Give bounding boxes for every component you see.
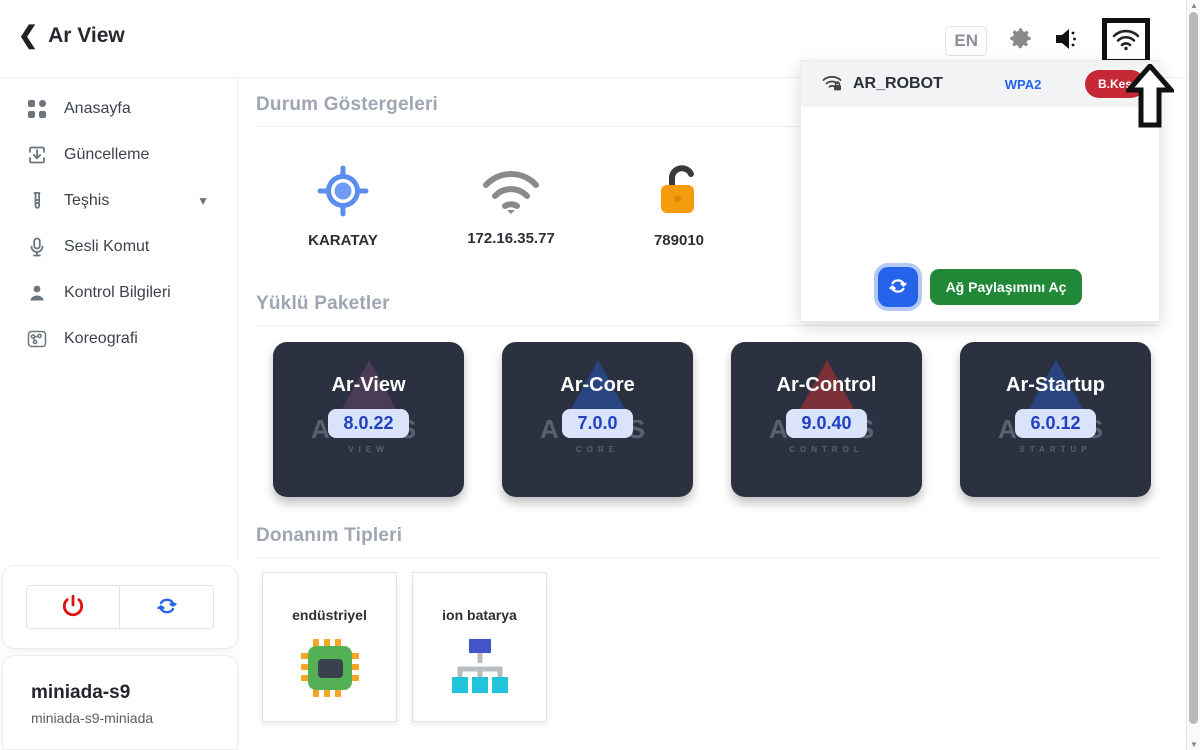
person-icon [26, 282, 48, 304]
hardware-cards: endüstriyel ion batarya [262, 572, 1160, 722]
divider [256, 557, 1160, 558]
microphone-icon [26, 236, 48, 258]
indicator-value: KARATAY [308, 232, 378, 249]
package-name: Ar-Startup [1006, 374, 1105, 396]
package-version-badge: 8.0.22 [328, 409, 409, 438]
package-version-badge: 7.0.0 [562, 409, 633, 438]
sidebar-item-guncelleme[interactable]: Güncelleme [0, 132, 237, 178]
package-name: Ar-View [331, 374, 406, 396]
sidebar-item-koreografi[interactable]: Koreografi [0, 316, 237, 362]
indicator-code: 789010 [634, 165, 724, 249]
network-ssid: AR_ROBOT [853, 75, 943, 92]
divider [256, 325, 1160, 326]
sidebar-item-teshis[interactable]: Teşhis ▼ [0, 178, 237, 224]
package-name: Ar-Control [776, 374, 877, 396]
chevron-down-icon[interactable]: ▼ [197, 194, 209, 208]
scrollbar[interactable]: ▲ ▼ [1186, 0, 1200, 750]
hardware-label: ion batarya [442, 607, 517, 623]
power-icon [60, 593, 86, 622]
restart-icon [155, 594, 179, 621]
wifi-signal-icon [478, 165, 544, 220]
indicator-value: 789010 [653, 232, 705, 249]
sidebar: Anasayfa Güncelleme Teşhis ▼ Sesli Komut… [0, 78, 238, 560]
package-version-badge: 6.0.12 [1015, 409, 1096, 438]
battery-network-icon [450, 637, 510, 700]
network-security: WPA2 [1004, 76, 1042, 92]
flowchart-icon [26, 328, 48, 350]
package-card-ar-core[interactable]: AROS CORE Ar-Core 7.0.0 [502, 342, 693, 497]
package-card-ar-control[interactable]: AROS CONTROL Ar-Control 9.0.40 [731, 342, 922, 497]
scroll-up-icon[interactable]: ▲ [1187, 1, 1200, 10]
refresh-icon [887, 275, 909, 300]
hardware-label: endüstriyel [292, 607, 367, 623]
hardware-section-title: Donanım Tipleri [256, 525, 403, 546]
device-name: miniada-s9 [31, 682, 131, 703]
chip-icon [299, 637, 361, 704]
test-tube-icon [26, 190, 48, 212]
grid-icon [26, 98, 48, 120]
wifi-lock-icon [821, 73, 843, 96]
power-panel [2, 565, 238, 649]
sidebar-item-kontrol-bilgileri[interactable]: Kontrol Bilgileri [0, 270, 237, 316]
wifi-icon [1111, 27, 1141, 56]
package-version-badge: 9.0.40 [786, 409, 867, 438]
wifi-popup: AR_ROBOT WPA2 B.Kes Ağ Paylaşımını Aç [800, 60, 1160, 322]
network-share-button[interactable]: Ağ Paylaşımını Aç [929, 269, 1083, 305]
sidebar-item-label: Kontrol Bilgileri [64, 284, 171, 301]
location-target-icon [317, 165, 369, 222]
speaker-icon[interactable] [1054, 26, 1082, 57]
indicator-ip: 172.16.35.77 [466, 165, 556, 249]
sidebar-item-label: Teşhis [64, 192, 110, 209]
sidebar-item-sesli-komut[interactable]: Sesli Komut [0, 224, 237, 270]
scrollbar-thumb[interactable] [1189, 12, 1198, 724]
package-name: Ar-Core [560, 374, 635, 396]
indicator-location: KARATAY [298, 165, 388, 249]
sidebar-item-anasayfa[interactable]: Anasayfa [0, 86, 237, 132]
package-card-ar-view[interactable]: AROS VIEW Ar-View 8.0.22 [273, 342, 464, 497]
restart-button[interactable] [120, 585, 214, 629]
back-button[interactable]: ❮ [18, 24, 38, 48]
package-card-ar-startup[interactable]: AROS STARTUP Ar-Startup 6.0.12 [960, 342, 1151, 497]
sidebar-item-label: Anasayfa [64, 100, 131, 117]
device-subtitle: miniada-s9-miniada [31, 710, 154, 726]
sidebar-item-label: Koreografi [64, 330, 138, 347]
refresh-networks-button[interactable] [877, 267, 918, 307]
sidebar-item-label: Sesli Komut [64, 238, 150, 255]
power-button[interactable] [26, 585, 120, 629]
annotation-arrow-up-icon [1123, 62, 1177, 133]
hardware-card-ion-batarya[interactable]: ion batarya [412, 572, 547, 722]
wifi-network-row[interactable]: AR_ROBOT WPA2 B.Kes [801, 61, 1159, 107]
scroll-down-icon[interactable]: ▼ [1187, 740, 1200, 749]
wifi-menu-button[interactable] [1102, 18, 1150, 64]
indicator-value: 172.16.35.77 [467, 230, 555, 247]
package-cards: AROS VIEW Ar-View 8.0.22 AROS CORE Ar-Co… [273, 342, 1160, 497]
device-panel: miniada-s9 miniada-s9-miniada [2, 655, 238, 750]
sidebar-item-label: Güncelleme [64, 146, 150, 163]
gear-icon[interactable] [1007, 25, 1034, 57]
language-button[interactable]: EN [945, 26, 987, 56]
page-title: Ar View [48, 24, 125, 47]
unlock-icon [654, 165, 704, 222]
download-icon [26, 144, 48, 166]
hardware-card-endustriyel[interactable]: endüstriyel [262, 572, 397, 722]
